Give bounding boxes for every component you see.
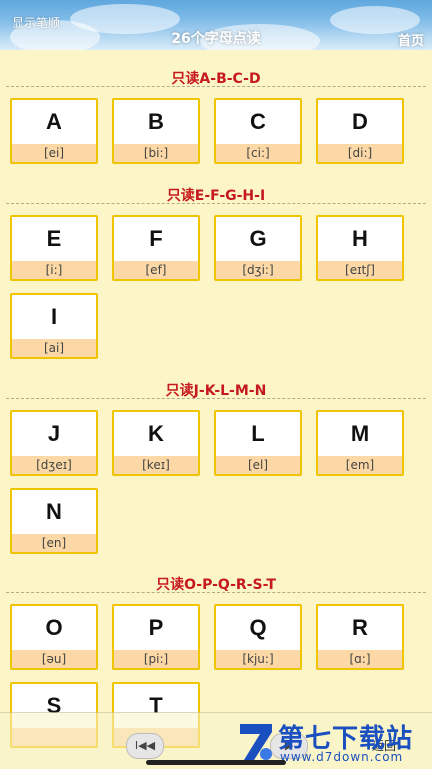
section-title: 只读J-K-L-M-N bbox=[165, 383, 267, 399]
ipa-label: [em] bbox=[318, 456, 402, 474]
letter-card-d[interactable]: D [di:] bbox=[316, 98, 404, 164]
home-button[interactable]: 首页 bbox=[398, 30, 424, 49]
letter-label: P bbox=[148, 615, 164, 640]
letter-card-c[interactable]: C [ci:] bbox=[214, 98, 302, 164]
letter-card-e[interactable]: E [i:] bbox=[10, 215, 98, 281]
ipa-label: [ei] bbox=[12, 144, 96, 162]
skip-previous-icon[interactable]: I◀◀ bbox=[126, 733, 164, 759]
home-indicator[interactable] bbox=[146, 760, 286, 765]
letter-label: Q bbox=[249, 615, 267, 640]
ipa-label: [di:] bbox=[318, 144, 402, 162]
letter-card-q[interactable]: Q [kju:] bbox=[214, 604, 302, 670]
letter-label: D bbox=[352, 109, 368, 134]
letter-card-o[interactable]: O [əu] bbox=[10, 604, 98, 670]
ipa-label: [əu] bbox=[12, 650, 96, 668]
letter-label: K bbox=[148, 421, 164, 446]
letter-card-p[interactable]: P [pi:] bbox=[112, 604, 200, 670]
letter-card-r[interactable]: R [ɑ:] bbox=[316, 604, 404, 670]
section-title: 只读O-P-Q-R-S-T bbox=[156, 577, 276, 593]
ipa-label: [pi:] bbox=[114, 650, 198, 668]
letter-card-j[interactable]: J [dʒeɪ] bbox=[10, 410, 98, 476]
ipa-label: [dʒi:] bbox=[216, 261, 300, 279]
letter-card-a[interactable]: A [ei] bbox=[10, 98, 98, 164]
page-title: 26个字母点读 bbox=[171, 31, 261, 47]
ipa-label: [eɪtʃ] bbox=[318, 261, 402, 279]
letter-card-f[interactable]: F [ef] bbox=[112, 215, 200, 281]
ipa-label: [ɑ:] bbox=[318, 650, 402, 668]
divider bbox=[6, 398, 426, 399]
letter-label: A bbox=[46, 109, 62, 134]
letter-label: M bbox=[350, 421, 370, 446]
letter-label: B bbox=[148, 109, 164, 134]
ipa-label: [ai] bbox=[12, 339, 96, 357]
ipa-label: [en] bbox=[12, 534, 96, 552]
ipa-label: [ef] bbox=[114, 261, 198, 279]
letter-card-l[interactable]: L [el] bbox=[214, 410, 302, 476]
letter-label: J bbox=[47, 421, 61, 446]
letter-card-h[interactable]: H [eɪtʃ] bbox=[316, 215, 404, 281]
letter-label: E bbox=[46, 226, 62, 251]
letter-card-b[interactable]: B [bi:] bbox=[112, 98, 200, 164]
letter-card-k[interactable]: K [keɪ] bbox=[112, 410, 200, 476]
ipa-label: [ci:] bbox=[216, 144, 300, 162]
letter-card-i[interactable]: I [ai] bbox=[10, 293, 98, 359]
ipa-label: [el] bbox=[216, 456, 300, 474]
letter-label: F bbox=[149, 226, 163, 251]
ipa-label: [i:] bbox=[12, 261, 96, 279]
letter-label: C bbox=[250, 109, 266, 134]
letter-label: L bbox=[251, 421, 265, 446]
letter-label: N bbox=[46, 499, 62, 524]
letter-label: I bbox=[50, 304, 58, 329]
watermark-url: www.d7down.com bbox=[280, 750, 404, 764]
section-title: 只读A-B-C-D bbox=[171, 71, 261, 87]
letter-card-m[interactable]: M [em] bbox=[316, 410, 404, 476]
letter-label: R bbox=[352, 615, 368, 640]
divider bbox=[6, 592, 426, 593]
ipa-label: [kju:] bbox=[216, 650, 300, 668]
divider bbox=[6, 86, 426, 87]
app-header: 显示笔顺 26个字母点读 首页 bbox=[0, 0, 432, 50]
ipa-label: [dʒeɪ] bbox=[12, 456, 96, 474]
divider bbox=[6, 203, 426, 204]
letter-label: O bbox=[45, 615, 63, 640]
section-title: 只读E-F-G-H-I bbox=[166, 188, 266, 204]
letter-label: H bbox=[352, 226, 368, 251]
letter-label: G bbox=[249, 226, 267, 251]
ipa-label: [keɪ] bbox=[114, 456, 198, 474]
letter-card-n[interactable]: N [en] bbox=[10, 488, 98, 554]
ipa-label: [bi:] bbox=[114, 144, 198, 162]
letter-card-g[interactable]: G [dʒi:] bbox=[214, 215, 302, 281]
watermark-logo-icon bbox=[240, 724, 272, 760]
